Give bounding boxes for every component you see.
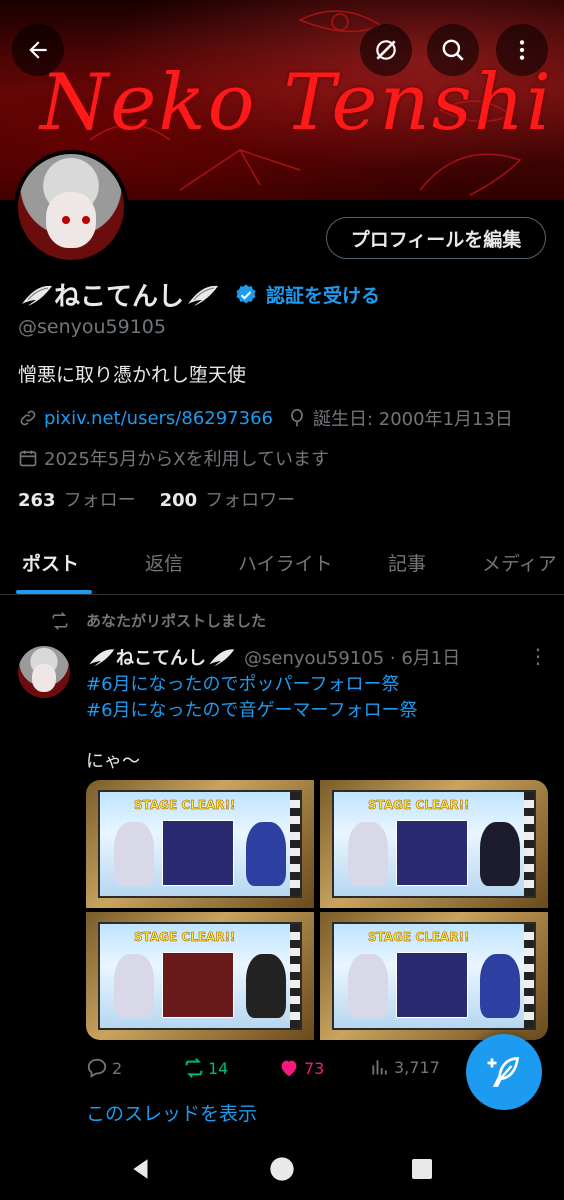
heart-icon (281, 1060, 297, 1077)
show-thread-link[interactable]: このスレッドを表示 (86, 1099, 257, 1126)
arrow-left-icon (29, 41, 47, 59)
repost-note: あなたがリポストしました (50, 610, 266, 631)
follow-stats: 263 フォロー 200 フォロワー (18, 486, 319, 512)
wing-icon (89, 649, 115, 667)
avatar-eye (82, 216, 90, 224)
followers-label: フォロワー (205, 490, 296, 511)
stage-clear-text: STAGE CLEAR!! (368, 798, 470, 813)
repost-icon (185, 1058, 203, 1078)
tab-posts[interactable]: ポスト (22, 538, 79, 594)
wing-icon (188, 285, 219, 306)
tab-replies[interactable]: 返信 (145, 538, 183, 594)
hashtag-link[interactable]: #6月になったので音ゲーマーフォロー祭 (86, 696, 417, 722)
repost-icon (52, 611, 68, 630)
like-button[interactable]: 73 (278, 1057, 324, 1079)
tab-media[interactable]: メディア (482, 538, 557, 594)
views-chart-icon (372, 1060, 387, 1075)
grok-button[interactable] (360, 24, 412, 76)
grok-icon (376, 40, 396, 60)
post-image[interactable]: STAGE CLEAR!! (86, 912, 314, 1040)
stage-clear-text: STAGE CLEAR!! (134, 798, 236, 813)
tab-highlights[interactable]: ハイライト (238, 538, 333, 594)
following-link[interactable]: 263 フォロー (18, 486, 160, 512)
post-meta: @senyou59105 · 6月1日 (244, 648, 461, 669)
post-image[interactable]: STAGE CLEAR!! (320, 912, 548, 1040)
join-date-row: 2025年5月からXを利用しています (18, 445, 329, 471)
repost-button[interactable]: 14 (182, 1057, 228, 1079)
search-icon (442, 39, 464, 61)
edit-profile-button[interactable]: プロフィールを編集 (326, 217, 546, 259)
post-image[interactable]: STAGE CLEAR!! (86, 780, 314, 908)
profile-meta-row: pixiv.net/users/86297366 誕生日: 2000年1月13日 (18, 405, 513, 431)
profile-tabs: ポスト 返信 ハイライト 記事 メディア (0, 538, 564, 595)
followers-link[interactable]: 200 フォロワー (160, 486, 320, 512)
following-label: フォロー (63, 490, 136, 511)
verified-badge-icon (236, 284, 256, 303)
nav-home-icon[interactable] (268, 1155, 296, 1183)
post-image-grid: STAGE CLEAR!! STAGE CLEAR!! STAGE CLEAR!… (86, 780, 548, 1040)
join-date: 2025年5月からXを利用しています (44, 449, 330, 470)
wing-icon (22, 285, 52, 306)
post-image[interactable]: STAGE CLEAR!! (320, 780, 548, 908)
birthday: 誕生日: 2000年1月13日 (312, 409, 513, 430)
compose-post-button[interactable] (466, 1034, 542, 1110)
following-count: 263 (18, 490, 56, 511)
hashtag-link[interactable]: #6月になったのでポッパーフォロー祭 (86, 670, 399, 696)
website-link[interactable]: pixiv.net/users/86297366 (44, 408, 273, 429)
avatar-eye (62, 216, 70, 224)
tab-articles[interactable]: 記事 (388, 538, 426, 594)
post-more-icon[interactable]: ⋮ (528, 644, 548, 668)
views-button[interactable]: 3,717 (370, 1057, 440, 1077)
username: @senyou59105 (18, 316, 166, 338)
search-button[interactable] (427, 24, 479, 76)
active-tab-indicator (16, 590, 92, 594)
profile-avatar[interactable] (14, 150, 128, 264)
wing-icon (209, 649, 235, 667)
followers-count: 200 (159, 490, 198, 511)
display-name: ねこてんし (54, 282, 185, 312)
post-author-avatar[interactable] (18, 646, 70, 698)
balloon-icon (291, 408, 303, 427)
back-button[interactable] (12, 24, 64, 76)
post-author-name[interactable]: ねこてんし (116, 644, 206, 670)
nav-recents-icon[interactable] (410, 1157, 434, 1181)
post-text: にゃ～ (86, 751, 140, 772)
get-verified-label: 認証を受ける (266, 285, 381, 307)
reply-count: 2 (112, 1058, 123, 1078)
more-vertical-icon (519, 40, 525, 60)
reply-icon (87, 1058, 107, 1078)
display-name-row: ねこてんし 認証を受ける (18, 276, 380, 313)
system-navigation-bar (0, 1138, 564, 1200)
repost-note-label: あなたがリポストしました (86, 612, 267, 630)
nav-back-icon[interactable] (128, 1156, 154, 1182)
like-count: 73 (304, 1058, 325, 1078)
calendar-icon (19, 450, 37, 467)
more-button[interactable] (496, 24, 548, 76)
post-header: ねこてんし @senyou59105 · 6月1日 (86, 644, 460, 670)
link-icon (20, 410, 36, 426)
view-count: 3,717 (394, 1057, 440, 1077)
post-actions: 2 14 73 3,717 (86, 1057, 526, 1081)
bio: 憎悪に取り憑かれし堕天使 (18, 364, 247, 386)
get-verified-link[interactable]: 認証を受ける (234, 281, 380, 308)
stage-clear-text: STAGE CLEAR!! (134, 930, 236, 945)
repost-count: 14 (208, 1058, 229, 1078)
compose-feather-plus-icon (487, 1057, 520, 1087)
reply-button[interactable]: 2 (86, 1057, 122, 1079)
stage-clear-text: STAGE CLEAR!! (368, 930, 470, 945)
